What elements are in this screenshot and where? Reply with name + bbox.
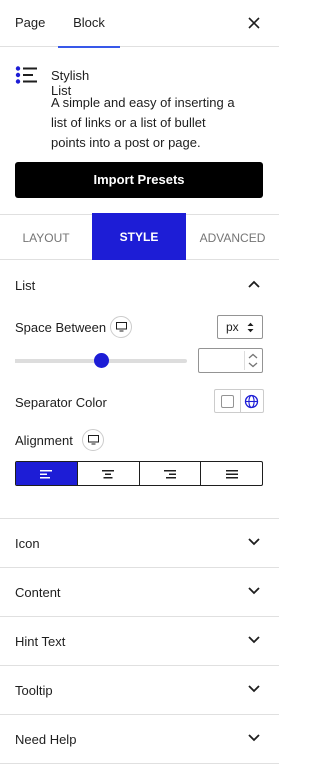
panel-icon-toggle[interactable]: Icon: [0, 519, 279, 568]
import-presets-button[interactable]: Import Presets: [15, 162, 263, 198]
align-center-icon: [102, 469, 115, 478]
globe-icon[interactable]: [244, 394, 259, 409]
divider: [240, 390, 241, 412]
color-swatch[interactable]: [221, 395, 234, 408]
panel-hint-text-toggle[interactable]: Hint Text: [0, 617, 279, 666]
divider: [0, 763, 279, 764]
space-between-slider[interactable]: [15, 353, 187, 368]
alignment-group: [15, 461, 263, 486]
desktop-device-icon[interactable]: [110, 316, 132, 338]
slider-fill: [15, 359, 101, 363]
align-right-button[interactable]: [140, 462, 202, 485]
panel-content-title: Content: [15, 585, 61, 600]
panel-need-help-title: Need Help: [15, 732, 77, 747]
chevron-down-icon: [248, 734, 260, 742]
list-icon: [15, 66, 39, 84]
panel-content-toggle[interactable]: Content: [0, 568, 279, 617]
alignment-label: Alignment: [15, 433, 73, 448]
separator-color-control: [214, 389, 264, 413]
tab-style[interactable]: STYLE: [92, 213, 186, 260]
separator-color-label: Separator Color: [15, 395, 107, 410]
chevron-down-icon: [248, 636, 260, 644]
block-description: A simple and easy of inserting a list of…: [51, 95, 235, 150]
align-right-icon: [163, 469, 176, 478]
align-justify-button[interactable]: [201, 462, 262, 485]
panel-tooltip-title: Tooltip: [15, 683, 53, 698]
unit-select[interactable]: px: [217, 315, 263, 339]
tab-advanced[interactable]: ADVANCED: [186, 212, 279, 260]
chevron-down-icon: [248, 685, 260, 693]
panel-icon-title: Icon: [15, 536, 40, 551]
tab-page[interactable]: Page: [15, 0, 45, 47]
space-between-label: Space Between: [15, 320, 107, 335]
sidebar-tabs: Page Block: [0, 0, 279, 48]
align-left-button[interactable]: [16, 462, 78, 485]
tab-layout[interactable]: LAYOUT: [0, 212, 92, 260]
tab-block[interactable]: Block: [58, 0, 120, 48]
panel-list-toggle[interactable]: List: [0, 261, 279, 310]
number-spinner[interactable]: [244, 351, 260, 370]
slider-thumb[interactable]: [94, 353, 109, 368]
desktop-device-icon[interactable]: [82, 429, 104, 451]
panel-need-help-toggle[interactable]: Need Help: [0, 715, 279, 764]
panel-tooltip-toggle[interactable]: Tooltip: [0, 666, 279, 715]
close-icon[interactable]: [243, 12, 265, 34]
unit-value: px: [226, 320, 239, 334]
panel-list-title: List: [15, 278, 36, 293]
panel-hint-text-title: Hint Text: [15, 634, 66, 649]
align-center-button[interactable]: [78, 462, 140, 485]
chevron-down-icon: [248, 587, 260, 595]
style-tabs: LAYOUT STYLE ADVANCED: [0, 212, 279, 260]
chevron-down-icon: [248, 538, 260, 546]
align-left-icon: [40, 469, 53, 478]
align-justify-icon: [225, 469, 238, 478]
space-between-input[interactable]: [198, 348, 263, 373]
chevron-up-icon: [248, 280, 260, 288]
updown-icon: [247, 322, 254, 333]
